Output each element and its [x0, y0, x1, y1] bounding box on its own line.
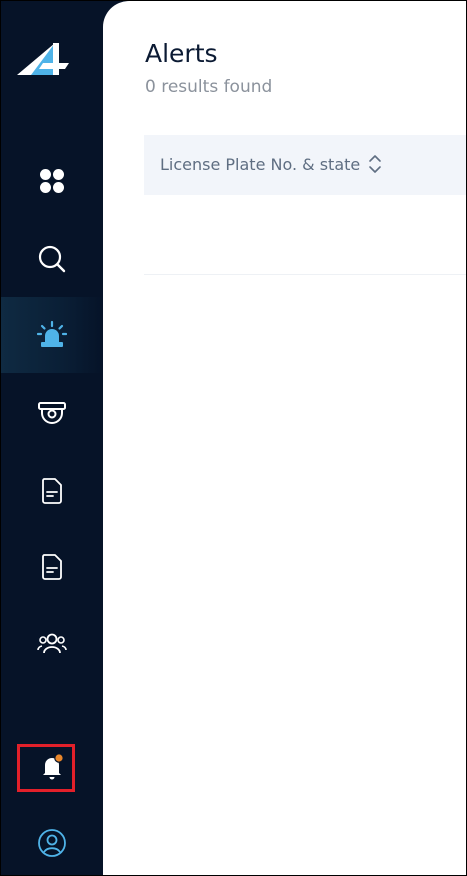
sidebar-item-profile[interactable]: [1, 805, 103, 875]
search-icon: [38, 245, 66, 273]
app-logo-icon[interactable]: [13, 39, 73, 81]
sort-icon[interactable]: [368, 153, 382, 175]
document-icon: [42, 554, 62, 580]
sidebar-item-alerts[interactable]: [1, 297, 103, 373]
document-icon: [42, 478, 62, 504]
sidebar-item-documents[interactable]: [1, 529, 103, 605]
camera-icon: [38, 402, 66, 424]
main-content: Alerts 0 results found License Plate No.…: [103, 1, 466, 875]
sidebar-item-reports[interactable]: [1, 453, 103, 529]
column-header-label: License Plate No. & state: [160, 154, 361, 174]
table-header: License Plate No. & state: [144, 135, 466, 195]
column-header-license-plate[interactable]: License Plate No. & state: [160, 153, 382, 175]
app-window: Alerts 0 results found License Plate No.…: [0, 0, 467, 876]
sidebar-item-dashboard[interactable]: [1, 143, 103, 219]
user-circle-icon: [38, 829, 66, 857]
grid-icon: [40, 169, 64, 193]
sidebar: [1, 1, 103, 875]
table-divider: [144, 274, 466, 275]
sidebar-item-search[interactable]: [1, 221, 103, 297]
notifications-highlight-box: [17, 744, 75, 792]
sidebar-item-cameras[interactable]: [1, 375, 103, 451]
sidebar-item-users[interactable]: [1, 605, 103, 681]
users-icon: [37, 633, 67, 654]
page-title: Alerts: [145, 39, 218, 68]
siren-icon: [37, 320, 67, 347]
results-count: 0 results found: [145, 77, 273, 97]
